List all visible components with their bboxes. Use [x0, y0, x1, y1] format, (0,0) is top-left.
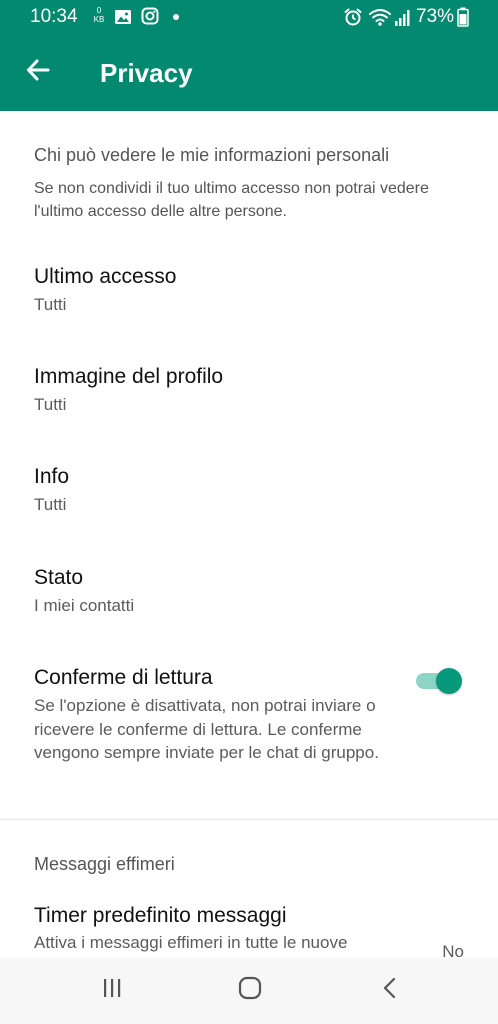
setting-title: Ultimo accesso — [34, 265, 177, 288]
network-speed-indicator: 0 KB — [92, 6, 106, 24]
setting-description: Se l'opzione è disattivata, non potrai i… — [34, 696, 379, 762]
divider — [0, 819, 498, 820]
network-speed-value: 0 — [96, 6, 102, 15]
section-header-personal-info: Chi può vedere le mie informazioni perso… — [34, 145, 390, 165]
system-navigation-bar — [0, 958, 498, 1024]
home-icon — [237, 975, 263, 1006]
setting-title: Immagine del profilo — [34, 365, 224, 388]
setting-value: Tutti — [34, 395, 67, 414]
setting-last-seen[interactable]: Ultimo accesso Tutti — [0, 264, 498, 318]
setting-value: Tutti — [34, 495, 67, 514]
setting-title: Info — [34, 465, 70, 488]
recent-apps-icon — [100, 977, 124, 1004]
dot-icon — [173, 14, 179, 20]
setting-default-message-timer[interactable]: Timer predefinito messaggi Attiva i mess… — [0, 903, 498, 958]
setting-about[interactable]: Info Tutti — [0, 464, 498, 518]
alarm-icon — [343, 7, 363, 32]
privacy-settings-list: Chi può vedere le mie informazioni perso… — [0, 111, 498, 958]
setting-description: Attiva i messaggi effimeri in tutte le n… — [34, 933, 348, 952]
setting-title: Conferme di lettura — [34, 666, 213, 689]
battery-level: 73% — [416, 6, 455, 27]
recent-apps-button[interactable] — [92, 972, 132, 1008]
home-button[interactable] — [230, 972, 270, 1008]
image-icon — [114, 8, 132, 31]
section-header-disappearing: Messaggi effimeri — [34, 854, 175, 874]
page-title: Privacy — [100, 58, 193, 88]
back-button[interactable] — [18, 52, 58, 92]
setting-value: Tutti — [34, 295, 67, 314]
app-bar: Privacy — [0, 34, 498, 111]
wifi-icon — [368, 7, 392, 32]
arrow-left-icon — [25, 57, 51, 88]
signal-icon — [394, 7, 412, 32]
setting-status[interactable]: Stato I miei contatti — [0, 565, 498, 619]
status-time: 10:34 — [30, 6, 78, 27]
instagram-icon — [141, 7, 159, 30]
network-speed-unit: KB — [93, 15, 105, 24]
setting-title: Stato — [34, 566, 84, 589]
setting-value: I miei contatti — [34, 596, 135, 615]
back-chevron-icon — [380, 976, 400, 1005]
setting-value-right: No — [442, 942, 464, 958]
battery-icon — [457, 7, 469, 32]
read-receipts-toggle[interactable] — [416, 663, 462, 697]
section-description-personal-info: Se non condividi il tuo ultimo accesso n… — [34, 180, 429, 220]
toggle-thumb — [436, 668, 462, 694]
back-nav-button[interactable] — [370, 972, 410, 1008]
setting-title: Timer predefinito messaggi — [34, 904, 287, 927]
status-bar: 10:34 0 KB 73% — [0, 0, 498, 34]
setting-profile-photo[interactable]: Immagine del profilo Tutti — [0, 364, 498, 418]
